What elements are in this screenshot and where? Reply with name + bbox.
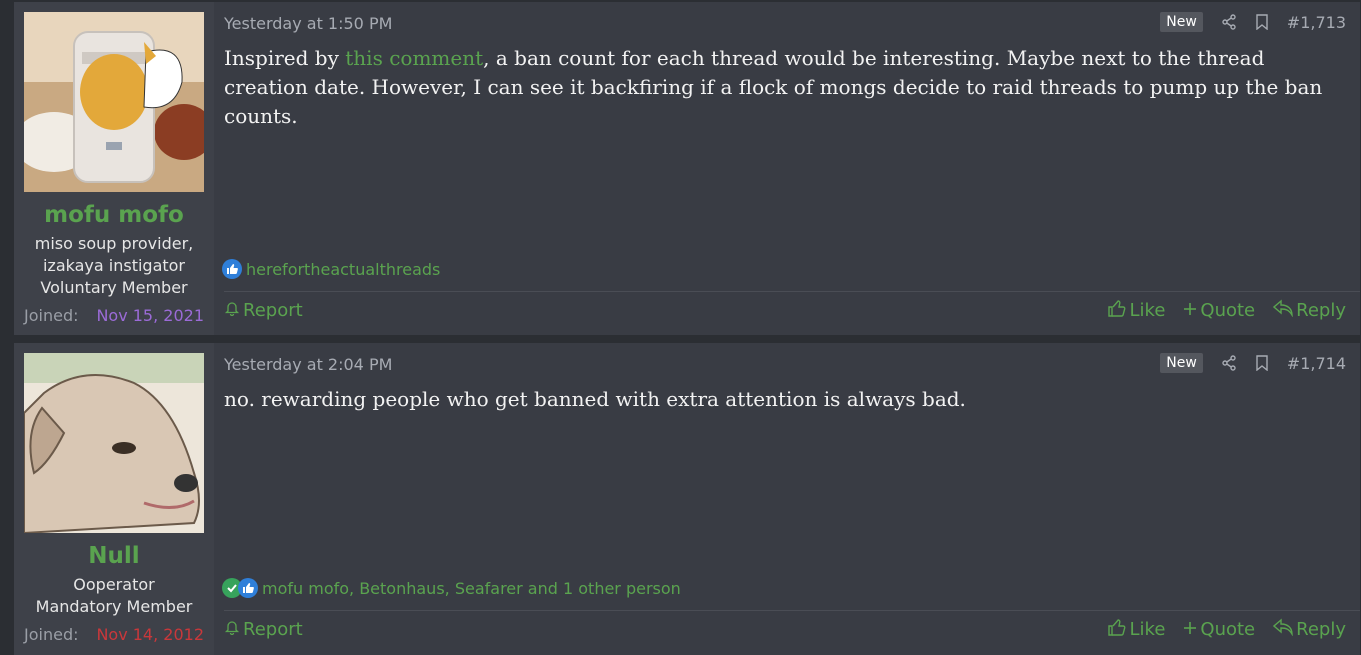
user-info: Null Ooperator Mandatory Member Joined: … — [14, 343, 214, 655]
user-title-line-1: Ooperator — [73, 575, 155, 594]
post-body: no. rewarding people who get banned with… — [224, 387, 966, 411]
username[interactable]: mofu mofo — [14, 202, 214, 228]
joined-label: Joined: — [24, 306, 79, 325]
like-label: Like — [1129, 619, 1166, 640]
user-info: mofu mofo miso soup provider, izakaya in… — [14, 2, 214, 335]
post-main: Yesterday at 2:04 PM New #1,714 no. rewa… — [214, 343, 1360, 655]
report-label: Report — [243, 619, 303, 640]
like-button[interactable]: Like — [1107, 298, 1166, 323]
post-number[interactable]: #1,714 — [1287, 354, 1346, 373]
joined-label: Joined: — [24, 625, 79, 644]
user-title-line-2: Mandatory Member — [35, 597, 193, 616]
reply-button[interactable]: Reply — [1273, 298, 1346, 323]
reply-icon — [1273, 299, 1293, 322]
quote-button[interactable]: Quote — [1183, 298, 1255, 323]
plus-icon — [1183, 619, 1197, 640]
reply-button[interactable]: Reply — [1273, 617, 1346, 642]
post-actions: Report Like Quote Reply — [224, 617, 1346, 642]
quote-label: Quote — [1200, 300, 1256, 321]
action-divider — [224, 291, 1360, 292]
bookmark-icon[interactable] — [1255, 14, 1269, 30]
user-title-line-3: Voluntary Member — [40, 278, 188, 297]
post-main: Yesterday at 1:50 PM New #1,713 Inspired… — [214, 2, 1360, 335]
bell-icon — [224, 619, 240, 640]
thumbs-up-icon — [1107, 617, 1127, 642]
thumbs-up-icon — [1107, 298, 1127, 323]
username[interactable]: Null — [14, 543, 214, 569]
post-date[interactable]: Yesterday at 1:50 PM — [224, 14, 392, 33]
quote-button[interactable]: Quote — [1183, 617, 1255, 642]
action-divider — [224, 610, 1360, 611]
joined-date: Nov 14, 2012 — [96, 625, 204, 644]
reply-label: Reply — [1296, 619, 1346, 640]
reactions-users[interactable]: herefortheactualthreads — [246, 260, 440, 279]
avatar[interactable] — [24, 12, 204, 192]
quote-label: Quote — [1200, 619, 1256, 640]
post-body: Inspired by this comment, a ban count fo… — [224, 44, 1340, 131]
bookmark-icon[interactable] — [1255, 355, 1269, 371]
user-title-line-2: izakaya instigator — [42, 256, 186, 275]
reply-label: Reply — [1296, 300, 1346, 321]
like-label: Like — [1129, 300, 1166, 321]
report-button[interactable]: Report — [224, 619, 303, 640]
comment-link[interactable]: this comment — [345, 46, 483, 70]
reactions-users[interactable]: mofu mofo, Betonhaus, Seafarer and 1 oth… — [262, 579, 681, 598]
post-meta: New #1,713 — [1160, 12, 1346, 32]
post-1714: Null Ooperator Mandatory Member Joined: … — [14, 343, 1360, 655]
avatar[interactable] — [24, 353, 204, 533]
like-reaction-icon — [238, 578, 258, 598]
bell-icon — [224, 300, 240, 321]
body-text-pre: Inspired by — [224, 46, 346, 70]
like-button[interactable]: Like — [1107, 617, 1166, 642]
post-1713: mofu mofo miso soup provider, izakaya in… — [14, 2, 1360, 335]
post-number[interactable]: #1,713 — [1287, 13, 1346, 32]
report-label: Report — [243, 300, 303, 321]
reply-icon — [1273, 618, 1293, 641]
joined-row: Joined: Nov 14, 2012 — [24, 625, 204, 644]
joined-row: Joined: Nov 15, 2021 — [24, 306, 204, 325]
post-actions: Report Like Quote Reply — [224, 298, 1346, 323]
share-icon[interactable] — [1221, 14, 1237, 30]
like-reaction-icon — [222, 259, 242, 279]
reactions-bar[interactable]: herefortheactualthreads — [222, 259, 440, 279]
new-badge: New — [1160, 353, 1203, 373]
report-button[interactable]: Report — [224, 300, 303, 321]
post-meta: New #1,714 — [1160, 353, 1346, 373]
reactions-bar[interactable]: mofu mofo, Betonhaus, Seafarer and 1 oth… — [222, 578, 681, 598]
plus-icon — [1183, 300, 1197, 321]
new-badge: New — [1160, 12, 1203, 32]
share-icon[interactable] — [1221, 355, 1237, 371]
user-title-line-1: miso soup provider, — [34, 234, 194, 253]
joined-date: Nov 15, 2021 — [96, 306, 204, 325]
post-date[interactable]: Yesterday at 2:04 PM — [224, 355, 392, 374]
